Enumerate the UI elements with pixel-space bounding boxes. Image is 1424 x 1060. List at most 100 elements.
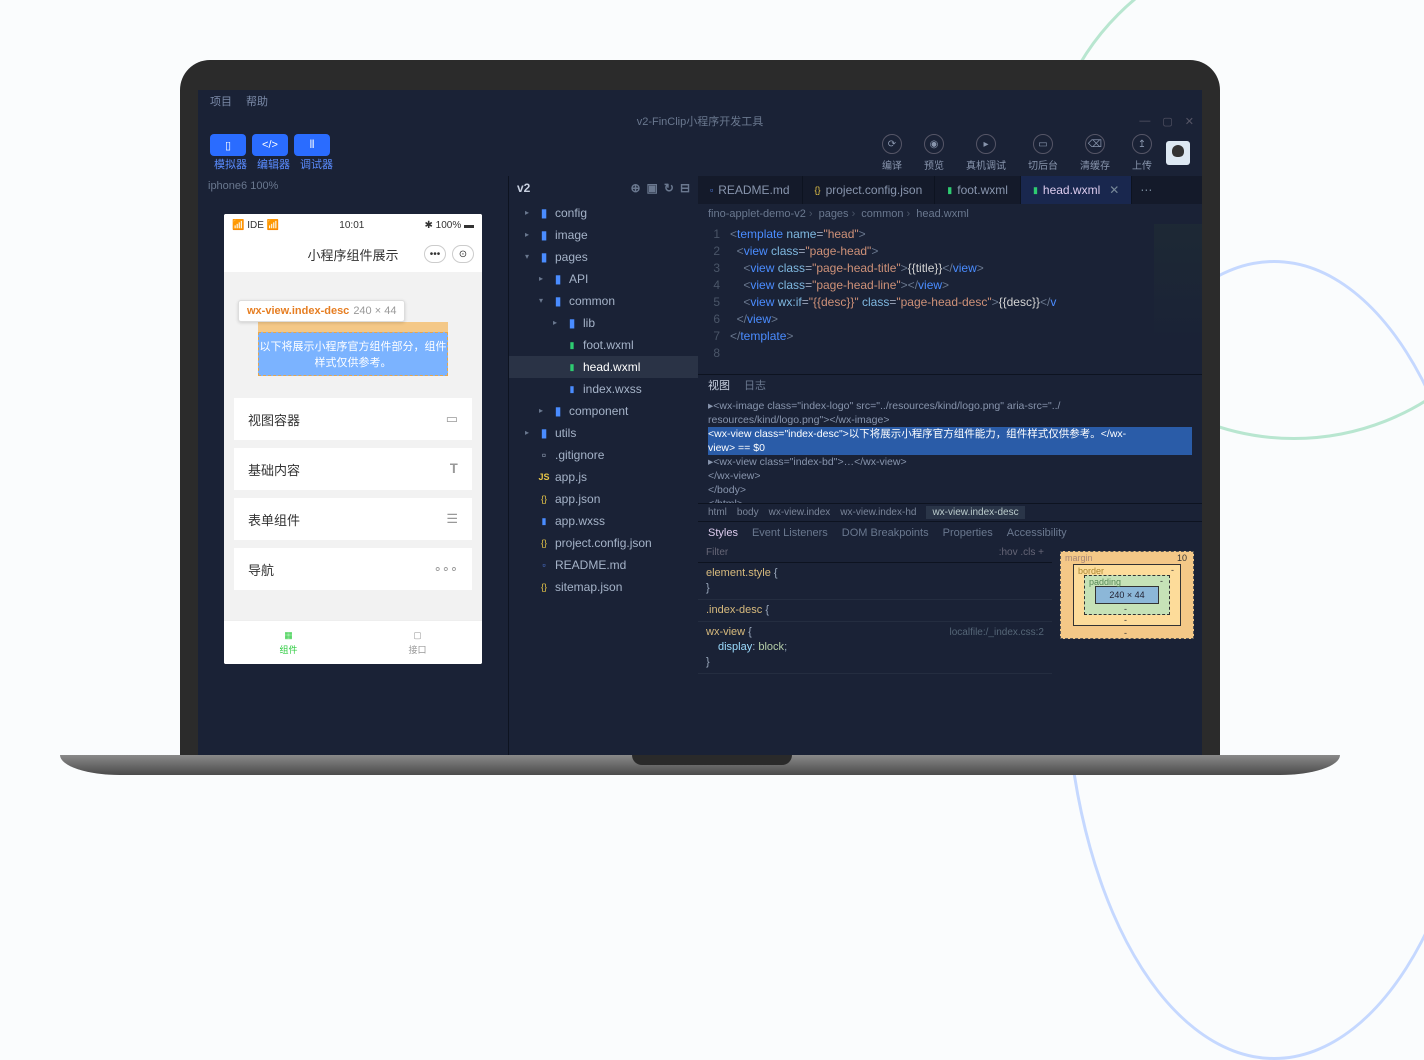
new-file-icon[interactable]: ⊕ <box>630 181 640 195</box>
file-explorer: v2 ⊕ ▣ ↻ ⊟ ▸▮config ▸▮image ▾▮pages ▸▮AP… <box>508 176 698 760</box>
box-model: margin 10 border - padding - 240 × 44 <box>1052 543 1202 760</box>
dom-tree[interactable]: ▸<wx-image class="index-logo" src="../re… <box>698 395 1202 503</box>
capsule-close-icon[interactable]: ⊙ <box>452 245 474 263</box>
dom-path-segment[interactable]: body <box>737 507 759 518</box>
tree-folder[interactable]: ▸▮component <box>509 400 698 422</box>
tree-file[interactable]: ▫README.md <box>509 554 698 576</box>
compile-button[interactable]: ⟳编译 <box>882 134 902 172</box>
styles-subtab[interactable]: DOM Breakpoints <box>842 527 929 539</box>
css-rule[interactable]: element.style {} <box>698 563 1052 600</box>
tree-file[interactable]: JSapp.js <box>509 466 698 488</box>
inspect-tooltip: wx-view.index-desc240 × 44 <box>238 300 405 322</box>
tab-debugger-label[interactable]: 调试器 <box>300 156 333 172</box>
phone-tab-api[interactable]: ▢接口 <box>353 621 482 664</box>
tree-folder[interactable]: ▸▮config <box>509 202 698 224</box>
laptop-frame: 项目 帮助 v2-FinClip小程序开发工具 — ▢ ✕ ▯ </> ⫴ 模拟… <box>180 60 1220 760</box>
styles-tabs: Styles Event Listeners DOM Breakpoints Prop… <box>698 521 1202 543</box>
grid-icon: ▦ <box>284 630 293 641</box>
dom-path-segment[interactable]: html <box>708 507 727 518</box>
inspect-highlight: 以下将展示小程序官方组件部分，组件样式仅供参考。 <box>258 332 448 376</box>
css-rule[interactable]: wx-view {localfile:/_index.css:2display:… <box>698 622 1052 674</box>
api-icon: ▢ <box>413 630 422 641</box>
dom-path-segment[interactable]: wx-view.index <box>769 507 831 518</box>
dom-path-segment[interactable]: wx-view.index-hd <box>840 507 916 518</box>
menu-project[interactable]: 项目 <box>210 93 232 109</box>
capsule-menu-icon[interactable]: ••• <box>424 245 446 263</box>
tree-file[interactable]: ▫.gitignore <box>509 444 698 466</box>
hov-toggle[interactable]: :hov <box>999 547 1018 558</box>
tab-editor-label[interactable]: 编辑器 <box>257 156 290 172</box>
upload-icon: ↥ <box>1132 134 1152 154</box>
tree-folder[interactable]: ▾▮common <box>509 290 698 312</box>
tree-file[interactable]: {}app.json <box>509 488 698 510</box>
tree-root[interactable]: v2 <box>517 181 530 195</box>
dom-breadcrumb: html body wx-view.index wx-view.index-hd wx-… <box>698 503 1202 521</box>
close-icon[interactable]: ✕ <box>1185 115 1194 128</box>
breadcrumb-segment[interactable]: fino-applet-demo-v2 <box>708 208 813 220</box>
styles-subtab[interactable]: Accessibility <box>1007 527 1067 539</box>
tree-folder[interactable]: ▸▮utils <box>509 422 698 444</box>
editor-tabs: ▫README.md {}project.config.json ▮foot.w… <box>698 176 1202 204</box>
maximize-icon[interactable]: ▢ <box>1162 115 1172 128</box>
collapse-icon[interactable]: ⊟ <box>680 181 690 195</box>
refresh-icon[interactable]: ↻ <box>664 181 674 195</box>
simulator-device-label[interactable]: iphone6 100% <box>198 176 508 196</box>
background-button[interactable]: ▭切后台 <box>1028 134 1058 172</box>
tab-editor-icon[interactable]: </> <box>252 134 288 156</box>
tree-folder[interactable]: ▸▮image <box>509 224 698 246</box>
simulator-panel: iphone6 100% 📶 IDE 📶 10:01 ✱ 100% ▬ 小程序组… <box>198 176 508 760</box>
breadcrumb-segment[interactable]: head.wxml <box>916 208 969 220</box>
styles-filter-input[interactable]: Filter <box>706 545 728 560</box>
tab-debugger-icon[interactable]: ⫴ <box>294 134 330 156</box>
cls-toggle[interactable]: .cls <box>1020 547 1035 558</box>
tree-folder[interactable]: ▾▮pages <box>509 246 698 268</box>
editor-tab-active[interactable]: ▮head.wxml✕ <box>1021 176 1132 204</box>
dom-path-segment[interactable]: wx-view.index-desc <box>926 506 1024 519</box>
remote-debug-button[interactable]: ▸真机调试 <box>966 134 1006 172</box>
styles-subtab[interactable]: Styles <box>708 527 738 539</box>
tree-folder[interactable]: ▸▮API <box>509 268 698 290</box>
status-carrier: 📶 IDE 📶 <box>232 220 279 231</box>
styles-subtab[interactable]: Properties <box>943 527 993 539</box>
tree-file[interactable]: ▮foot.wxml <box>509 334 698 356</box>
tab-simulator-icon[interactable]: ▯ <box>210 134 246 156</box>
preview-button[interactable]: ◉预览 <box>924 134 944 172</box>
tree-folder[interactable]: ▸▮lib <box>509 312 698 334</box>
compile-icon: ⟳ <box>882 134 902 154</box>
close-tab-icon[interactable]: ✕ <box>1109 183 1119 197</box>
tabs-overflow-icon[interactable]: ⋯ <box>1132 176 1160 204</box>
code-editor[interactable]: 1<template name="head">2 <view class="pa… <box>698 224 1202 374</box>
tree-file[interactable]: {}sitemap.json <box>509 576 698 598</box>
devtools-tab-other[interactable]: 日志 <box>744 377 766 393</box>
window-title: v2-FinClip小程序开发工具 <box>637 113 764 129</box>
devtools-tab-elements[interactable]: 视图 <box>708 377 730 393</box>
tree-file[interactable]: ▮index.wxss <box>509 378 698 400</box>
status-time: 10:01 <box>339 220 364 231</box>
phone-navbar: 小程序组件展示 •••⊙ <box>224 236 482 272</box>
phone-tab-components[interactable]: ▦组件 <box>224 621 353 664</box>
tab-simulator-label[interactable]: 模拟器 <box>214 156 247 172</box>
tree-file-active[interactable]: ▮head.wxml <box>509 356 698 378</box>
list-item[interactable]: 基础内容𝐓 <box>234 448 472 490</box>
breadcrumb-segment[interactable]: pages <box>819 208 856 220</box>
editor-tab[interactable]: ▫README.md <box>698 176 803 204</box>
minimap[interactable] <box>1154 224 1202 344</box>
avatar[interactable] <box>1166 141 1190 165</box>
breadcrumb-segment[interactable]: common <box>861 208 910 220</box>
list-item[interactable]: 导航∘∘∘ <box>234 548 472 590</box>
menu-help[interactable]: 帮助 <box>246 93 268 109</box>
css-rule[interactable]: .index-desc {</span><br><span class="pro… <box>698 600 1052 622</box>
minimize-icon[interactable]: — <box>1139 115 1150 128</box>
styles-subtab[interactable]: Event Listeners <box>752 527 828 539</box>
list-item[interactable]: 视图容器▭ <box>234 398 472 440</box>
editor-tab[interactable]: {}project.config.json <box>803 176 936 204</box>
editor-tab[interactable]: ▮foot.wxml <box>935 176 1021 204</box>
upload-button[interactable]: ↥上传 <box>1132 134 1152 172</box>
list-item[interactable]: 表单组件☰ <box>234 498 472 540</box>
tree-file[interactable]: ▮app.wxss <box>509 510 698 532</box>
box-content-size: 240 × 44 <box>1095 586 1159 604</box>
tree-file[interactable]: {}project.config.json <box>509 532 698 554</box>
add-rule-icon[interactable]: + <box>1038 547 1044 558</box>
clear-cache-button[interactable]: ⌫清缓存 <box>1080 134 1110 172</box>
new-folder-icon[interactable]: ▣ <box>647 181 658 195</box>
